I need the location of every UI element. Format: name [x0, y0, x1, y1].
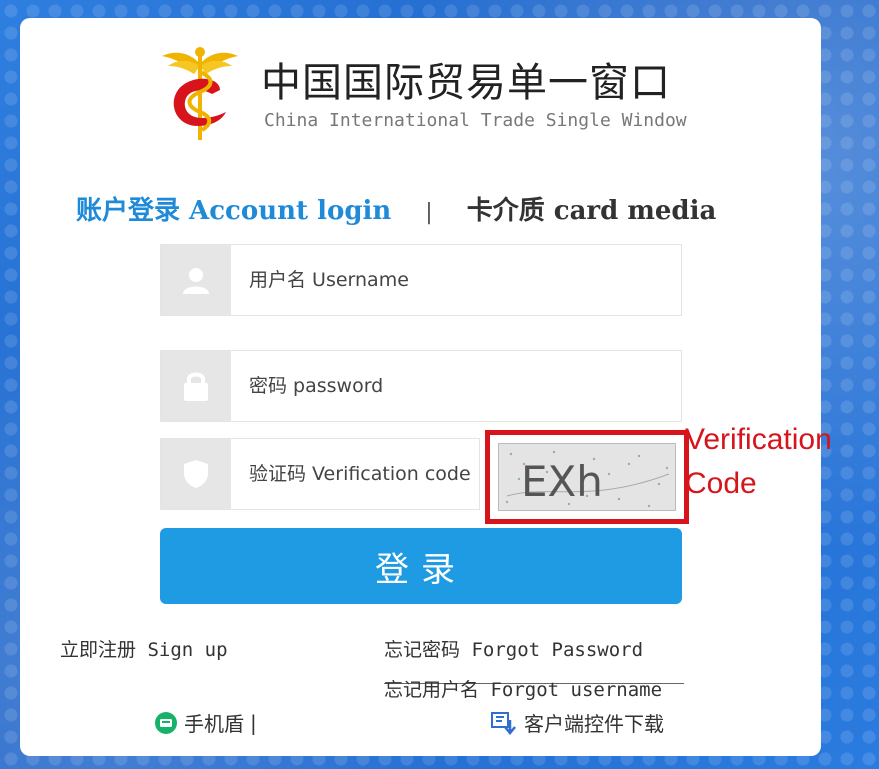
- forgot-password-en: Forgot Password: [471, 639, 644, 661]
- forgot-password-cn: 忘记密码: [384, 639, 461, 661]
- forgot-username-link[interactable]: 忘记用户名 Forgot username: [384, 675, 662, 702]
- user-icon: [183, 268, 209, 294]
- forgot-username-en: Forgot username: [490, 679, 663, 701]
- password-input[interactable]: [249, 351, 669, 421]
- login-tabs: 账户登录 Account login | 卡介质 card media: [76, 190, 716, 227]
- lock-icon-box: [161, 351, 231, 421]
- password-field: [160, 350, 682, 422]
- mobile-shield-separator: |: [250, 710, 257, 735]
- tab-card-media[interactable]: 卡介质 card media: [467, 196, 717, 226]
- captcha-field: [160, 438, 489, 510]
- login-button[interactable]: 登录: [160, 528, 682, 604]
- username-field: [160, 244, 682, 316]
- captcha-annotation: Verification Code: [685, 423, 832, 500]
- caduceus-logo: [162, 47, 238, 140]
- client-download-link[interactable]: 客户端控件下载: [490, 708, 664, 737]
- signup-link-cn: 立即注册: [60, 639, 137, 661]
- captcha-input[interactable]: [249, 439, 489, 509]
- user-icon-box: [161, 245, 231, 315]
- username-input[interactable]: [249, 245, 669, 315]
- captcha-noise: EXh: [505, 450, 670, 508]
- mobile-shield-label: 手机盾: [184, 712, 244, 736]
- forgot-password-link[interactable]: 忘记密码 Forgot Password: [384, 635, 643, 662]
- mobile-shield-link[interactable]: 手机盾 |: [154, 708, 257, 737]
- download-icon: [491, 711, 516, 735]
- captcha-highlight: EXh: [485, 430, 689, 524]
- client-download-label: 客户端控件下载: [524, 712, 664, 736]
- tab-separator: |: [425, 200, 433, 225]
- tab-account-login[interactable]: 账户登录 Account login: [76, 196, 391, 226]
- shield-icon: [184, 460, 208, 488]
- shield-icon-box: [161, 439, 231, 509]
- login-card: 中国国际贸易单一窗口 China International Trade Sin…: [20, 18, 821, 756]
- page-subtitle: China International Trade Single Window: [264, 110, 687, 131]
- signup-link[interactable]: 立即注册 Sign up: [60, 635, 228, 662]
- signup-link-en: Sign up: [147, 639, 228, 661]
- forgot-username-cn: 忘记用户名: [384, 679, 480, 701]
- page-title: 中国国际贸易单一窗口: [261, 60, 671, 106]
- lock-icon: [184, 372, 208, 401]
- captcha-image[interactable]: EXh: [498, 443, 676, 511]
- phone-shield-icon: [155, 711, 177, 734]
- captcha-text: EXh: [521, 457, 603, 506]
